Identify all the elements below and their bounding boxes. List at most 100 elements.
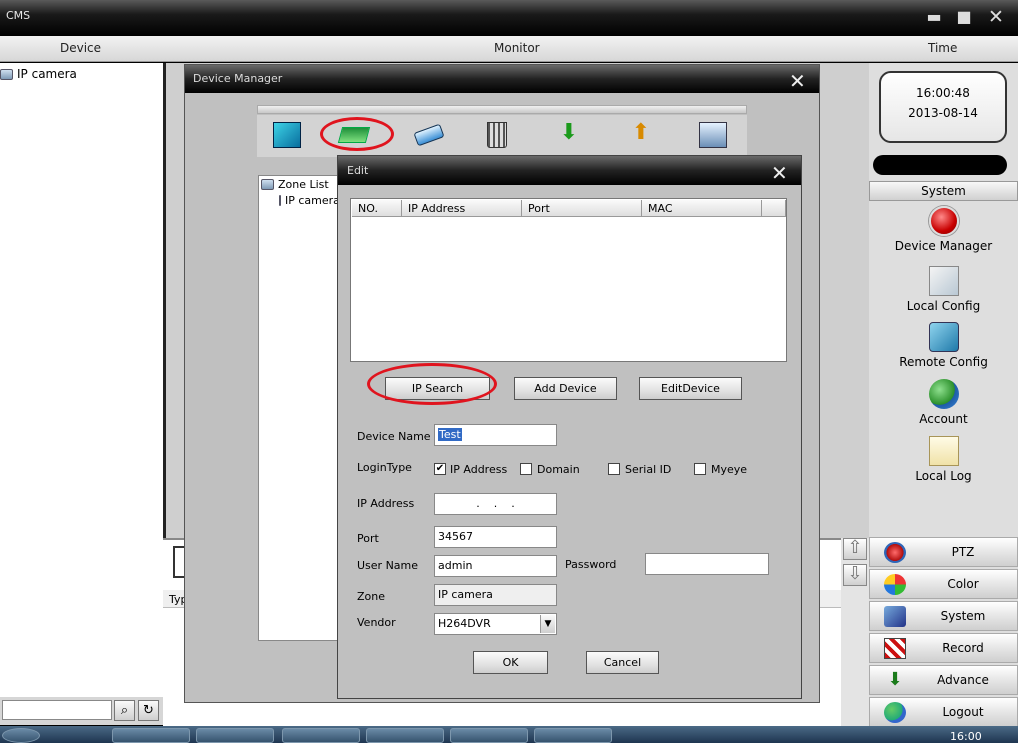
search-icon[interactable]: ⌕ bbox=[114, 700, 135, 721]
ip-address-input[interactable]: . . . bbox=[434, 493, 557, 515]
toolbar-strip bbox=[257, 105, 747, 114]
taskbar-app-5[interactable] bbox=[450, 728, 528, 743]
ok-button[interactable]: OK bbox=[473, 651, 548, 674]
user-name-input[interactable]: admin bbox=[434, 555, 557, 577]
clock-display: 16:00:48 2013-08-14 bbox=[879, 71, 1007, 143]
zone-child-label: IP camera bbox=[285, 194, 339, 207]
taskbar-app-6[interactable] bbox=[534, 728, 612, 743]
taskbar-clock: 16:00 bbox=[950, 730, 982, 743]
col-no[interactable]: NO. bbox=[352, 200, 402, 217]
edit-device-button[interactable]: EditDevice bbox=[639, 377, 742, 400]
time-header: Time bbox=[928, 41, 958, 55]
search-row: ⌕ ↻ bbox=[0, 697, 163, 725]
camera-icon bbox=[279, 195, 281, 206]
import-icon[interactable]: ⬇ bbox=[555, 122, 583, 148]
chevron-down-icon[interactable]: ▼ bbox=[540, 615, 555, 633]
highlight-ellipse bbox=[320, 117, 394, 151]
local-config-label: Local Config bbox=[906, 299, 981, 313]
edit-close-icon[interactable]: ✕ bbox=[771, 161, 788, 185]
local-log-label: Local Log bbox=[915, 469, 972, 483]
arrow-up-icon[interactable]: ⇧ bbox=[843, 538, 867, 560]
zone-list-child[interactable]: IP camera bbox=[279, 194, 339, 207]
close-button[interactable]: ✕ bbox=[984, 7, 1008, 27]
advance-button[interactable]: ⬇ Advance bbox=[869, 665, 1018, 695]
device-name-input[interactable]: Test bbox=[434, 424, 557, 446]
color-label: Color bbox=[947, 577, 979, 591]
usb-icon[interactable] bbox=[413, 123, 445, 147]
add-device-button[interactable]: Add Device bbox=[514, 377, 617, 400]
zone-icon bbox=[261, 179, 274, 190]
edit-titlebar: Edit ✕ bbox=[338, 156, 801, 185]
remote-config-label: Remote Config bbox=[899, 355, 988, 369]
device-manager-title: Device Manager bbox=[193, 72, 283, 85]
search-results-table[interactable]: NO. IP Address Port MAC bbox=[350, 198, 787, 362]
color-button[interactable]: Color bbox=[869, 569, 1018, 599]
col-filler bbox=[762, 200, 786, 217]
record-button[interactable]: Record bbox=[869, 633, 1018, 663]
taskbar-app-4[interactable] bbox=[366, 728, 444, 743]
refresh-icon[interactable]: ↻ bbox=[138, 700, 159, 721]
login-ip-label: IP Address bbox=[450, 463, 508, 476]
device-header: Device bbox=[60, 41, 102, 55]
cancel-button[interactable]: Cancel bbox=[586, 651, 659, 674]
system-button[interactable]: System bbox=[869, 601, 1018, 631]
col-port[interactable]: Port bbox=[522, 200, 642, 217]
taskbar-app-2[interactable] bbox=[196, 728, 274, 743]
remote-config-item[interactable]: Remote Config bbox=[869, 322, 1018, 369]
record-label: Record bbox=[942, 641, 984, 655]
delete-icon[interactable] bbox=[487, 122, 507, 148]
port-label: Port bbox=[357, 532, 379, 545]
minimize-button[interactable]: ▬ bbox=[922, 7, 946, 27]
local-config-item[interactable]: Local Config bbox=[869, 266, 1018, 313]
clock-time: 16:00:48 bbox=[916, 86, 970, 100]
system-icon bbox=[884, 606, 906, 627]
ptz-icon bbox=[884, 542, 906, 563]
copy-icon[interactable] bbox=[273, 122, 301, 148]
edit-dialog: Edit ✕ NO. IP Address Port MAC IP Search… bbox=[337, 155, 802, 699]
title-bar: CMS ▬ ■ ✕ bbox=[0, 0, 1018, 36]
status-bar bbox=[873, 155, 1007, 175]
login-myeye-label: Myeye bbox=[711, 463, 748, 476]
ptz-label: PTZ bbox=[951, 545, 975, 559]
col-mac[interactable]: MAC bbox=[642, 200, 762, 217]
taskbar-app-1[interactable] bbox=[112, 728, 190, 743]
monitor-header: Monitor bbox=[494, 41, 540, 55]
start-button[interactable] bbox=[2, 728, 40, 743]
record-icon bbox=[884, 638, 906, 659]
remote-config-icon bbox=[928, 322, 959, 352]
device-tree: IP camera bbox=[0, 63, 163, 697]
maximize-button[interactable]: ■ bbox=[952, 7, 976, 27]
account-item[interactable]: Account bbox=[869, 379, 1018, 426]
local-config-icon bbox=[928, 266, 959, 296]
clock-date: 2013-08-14 bbox=[908, 106, 978, 120]
zone-label: Zone bbox=[357, 590, 386, 603]
network-icon[interactable] bbox=[699, 122, 727, 148]
local-log-item[interactable]: Local Log bbox=[869, 436, 1018, 483]
tree-item-ip-camera[interactable]: IP camera bbox=[0, 67, 77, 81]
device-name-label: Device Name bbox=[357, 430, 431, 443]
vendor-select[interactable]: H264DVR ▼ bbox=[434, 613, 557, 635]
login-domain-checkbox[interactable] bbox=[520, 463, 532, 475]
user-name-label: User Name bbox=[357, 559, 419, 572]
arrow-down-icon[interactable]: ⇩ bbox=[843, 564, 867, 586]
highlight-ellipse bbox=[367, 363, 497, 405]
logout-icon bbox=[884, 702, 906, 723]
search-input[interactable] bbox=[2, 700, 112, 720]
port-input[interactable]: 34567 bbox=[434, 526, 557, 548]
zone-list-root[interactable]: Zone List bbox=[261, 178, 329, 191]
logout-button[interactable]: Logout bbox=[869, 697, 1018, 727]
password-input[interactable] bbox=[645, 553, 769, 575]
zone-list-panel: Zone List IP camera bbox=[258, 175, 340, 641]
right-panel: 16:00:48 2013-08-14 System Device Manage… bbox=[869, 63, 1018, 727]
login-serial-checkbox[interactable] bbox=[608, 463, 620, 475]
login-myeye-checkbox[interactable] bbox=[694, 463, 706, 475]
device-manager-item[interactable]: Device Manager bbox=[869, 206, 1018, 253]
ptz-button[interactable]: PTZ bbox=[869, 537, 1018, 567]
account-label: Account bbox=[919, 412, 968, 426]
export-icon[interactable]: ⬆ bbox=[627, 122, 655, 148]
local-log-icon bbox=[928, 436, 959, 466]
col-ip-address[interactable]: IP Address bbox=[402, 200, 522, 217]
device-manager-close-icon[interactable]: ✕ bbox=[789, 69, 806, 93]
login-ip-checkbox[interactable]: ✔ bbox=[434, 463, 446, 475]
taskbar-app-3[interactable] bbox=[282, 728, 360, 743]
